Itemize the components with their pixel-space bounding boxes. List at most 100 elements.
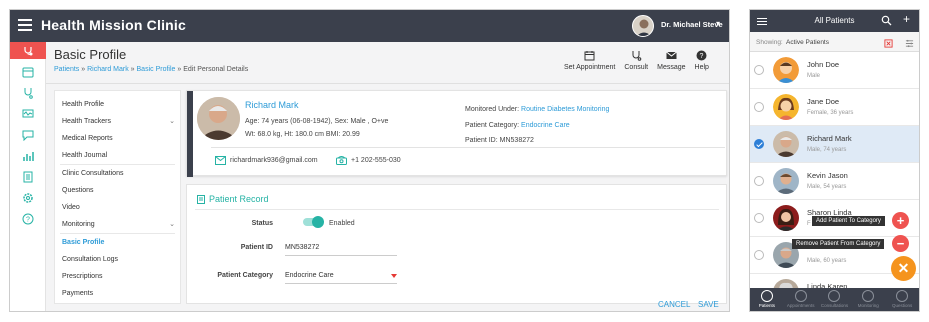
patient-name: Richard Mark xyxy=(807,134,852,143)
left-icon-bar: ? xyxy=(10,42,46,311)
select-radio[interactable] xyxy=(754,250,764,260)
breadcrumb-patients[interactable]: Patients xyxy=(54,66,79,73)
bottom-nav: Patients Appointments Consultations Moni… xyxy=(750,288,919,311)
appointments-icon xyxy=(794,290,807,302)
patient-category-link[interactable]: Endocrine Care xyxy=(521,122,570,129)
bottom-nav-appointments[interactable]: Appointments xyxy=(784,288,818,311)
patient-menu: Health Profile Health Trackers ⌄ Medical … xyxy=(54,90,181,304)
top-bar: Health Mission Clinic Dr. Michael Steve … xyxy=(10,10,729,42)
patient-details: Male xyxy=(807,73,821,79)
search-icon[interactable] xyxy=(881,15,892,26)
menu-item-label: Monitoring xyxy=(62,221,95,228)
list-nav-icon[interactable] xyxy=(10,168,46,185)
bottom-nav-questions[interactable]: Questions xyxy=(885,288,919,311)
message-button[interactable]: Message xyxy=(657,50,686,80)
patient-id-label: Patient ID: xyxy=(465,137,498,144)
svg-text:?: ? xyxy=(26,216,30,223)
list-item[interactable]: Jane Doe Female, 36 years xyxy=(750,89,919,126)
consult-label: Consult xyxy=(624,64,649,71)
patient-demographics: Age: 74 years (06-08-1942), Sex: Male , … xyxy=(245,118,389,125)
filter-icon xyxy=(905,39,913,48)
dropdown-caret-icon[interactable] xyxy=(391,274,397,278)
message-label: Message xyxy=(657,64,686,71)
menu-item-monitoring[interactable]: Monitoring ⌄ xyxy=(55,216,180,233)
monitored-under-link[interactable]: Routine Diabetes Monitoring xyxy=(521,106,609,113)
consult-button[interactable]: Consult xyxy=(624,50,648,80)
select-radio[interactable] xyxy=(754,176,764,186)
select-radio[interactable] xyxy=(754,213,764,223)
stethoscope-icon[interactable] xyxy=(10,84,46,101)
add-to-category-button[interactable]: + xyxy=(892,212,909,229)
desktop-app: Health Mission Clinic Dr. Michael Steve … xyxy=(9,9,730,312)
list-item[interactable]: Kevin Jason Male, 54 years xyxy=(750,163,919,200)
avatar xyxy=(773,94,799,120)
breadcrumb-basic-profile[interactable]: Basic Profile xyxy=(137,66,176,73)
set-appointment-label: Set Appointment xyxy=(564,64,616,71)
menu-item-consultation-logs[interactable]: Consultation Logs xyxy=(55,251,180,268)
bottom-nav-label: Monitoring xyxy=(857,303,879,308)
bottom-nav-monitoring[interactable]: Monitoring xyxy=(851,288,885,311)
patient-category-select[interactable]: Endocrine Care xyxy=(285,272,397,284)
remove-category-tooltip: Remove Patient From Category xyxy=(792,239,885,249)
help-button[interactable]: ? Help xyxy=(695,50,709,80)
patient-record-form: Patient Record Status Enabled Patient ID… xyxy=(186,184,727,309)
select-radio[interactable] xyxy=(754,102,764,112)
menu-item-health-journal[interactable]: Health Journal xyxy=(55,147,180,164)
status-toggle[interactable] xyxy=(303,216,324,228)
card-divider xyxy=(211,147,725,148)
showing-value[interactable]: Active Patients xyxy=(786,39,829,46)
chevron-down-icon[interactable]: ▾ xyxy=(716,19,720,28)
avatar xyxy=(773,57,799,83)
select-radio[interactable] xyxy=(754,139,764,149)
chat-nav-icon[interactable] xyxy=(10,126,46,143)
svg-text:?: ? xyxy=(700,53,704,60)
select-radio[interactable] xyxy=(754,65,764,75)
bottom-nav-label: Appointments xyxy=(786,303,815,308)
doctor-avatar[interactable] xyxy=(632,15,654,37)
cancel-button[interactable]: CANCEL xyxy=(658,300,690,309)
save-button[interactable]: SAVE xyxy=(698,300,719,309)
monitor-nav-icon[interactable] xyxy=(10,105,46,122)
breadcrumb-current: Edit Personal Details xyxy=(183,66,249,73)
set-appointment-button[interactable]: Set Appointment xyxy=(564,50,615,80)
help-nav-icon[interactable]: ? xyxy=(10,210,46,227)
add-icon[interactable]: + xyxy=(903,13,910,25)
status-value: Enabled xyxy=(329,220,355,227)
menu-item-video[interactable]: Video xyxy=(55,199,180,216)
list-item[interactable]: John Doe Male xyxy=(750,52,919,89)
menu-item-medical-reports[interactable]: Medical Reports xyxy=(55,130,180,147)
form-divider xyxy=(195,209,719,210)
showing-label: Showing: xyxy=(756,39,783,46)
list-item[interactable]: Richard Mark Male, 74 years xyxy=(750,126,919,163)
menu-item-health-trackers[interactable]: Health Trackers ⌄ xyxy=(55,113,180,130)
doctor-name[interactable]: Dr. Michael Steve xyxy=(661,20,723,29)
stethoscope-nav-icon[interactable] xyxy=(10,42,46,59)
breadcrumb-patient[interactable]: Richard Mark xyxy=(87,66,129,73)
patient-id-field-label: Patient ID xyxy=(240,244,273,251)
bottom-nav-consultations[interactable]: Consultations xyxy=(818,288,852,311)
patient-details: F xyxy=(807,221,811,227)
menu-item-payments[interactable]: Payments xyxy=(55,285,180,302)
menu-item-health-profile[interactable]: Health Profile xyxy=(55,96,180,113)
questions-icon xyxy=(896,290,909,302)
patient-phone[interactable]: +1 202-555-030 xyxy=(336,156,401,165)
close-fab-button[interactable]: ✕ xyxy=(891,256,916,281)
bottom-nav-patients[interactable]: Patients xyxy=(750,288,784,311)
patient-email[interactable]: richardmark936@gmail.com xyxy=(215,156,318,165)
patient-id-input[interactable]: MN538272 xyxy=(285,244,397,256)
menu-item-questions[interactable]: Questions xyxy=(55,182,180,199)
menu-icon[interactable] xyxy=(18,19,32,31)
patient-record-title: Patient Record xyxy=(197,194,269,204)
mobile-title: All Patients xyxy=(814,16,855,25)
patient-name[interactable]: Richard Mark xyxy=(245,100,299,110)
menu-item-prescriptions[interactable]: Prescriptions xyxy=(55,268,180,285)
bottom-nav-label: Consultations xyxy=(820,303,849,308)
chart-nav-icon[interactable] xyxy=(10,147,46,164)
status-label: Status xyxy=(251,220,273,227)
calendar-nav-icon[interactable] xyxy=(10,63,46,80)
gear-nav-icon[interactable] xyxy=(10,189,46,206)
remove-from-category-button[interactable]: − xyxy=(892,235,909,252)
filter-bar: Showing: Active Patients Cancel Filter xyxy=(750,32,919,59)
menu-item-clinic-consultations[interactable]: Clinic Consultations xyxy=(55,165,180,182)
menu-item-basic-profile[interactable]: Basic Profile xyxy=(55,234,180,251)
